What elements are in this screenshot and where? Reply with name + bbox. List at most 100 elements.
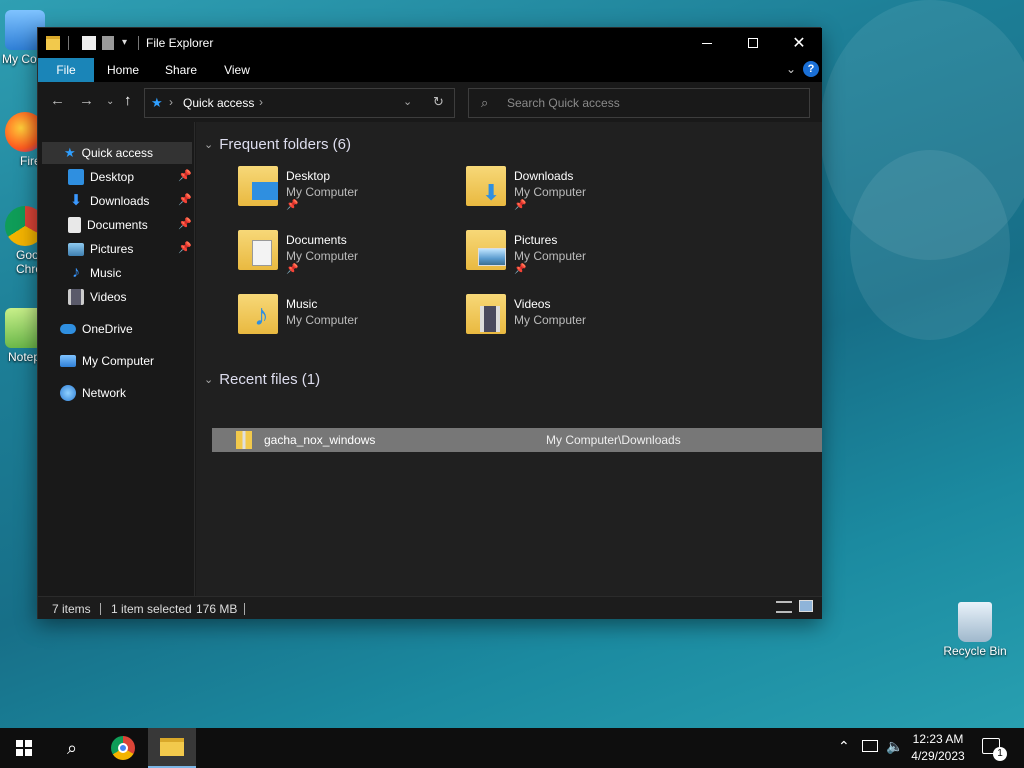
sidebar-item-quick-access[interactable]: ★ Quick access bbox=[42, 142, 192, 164]
pin-icon: 📌 bbox=[178, 194, 192, 206]
download-arrow-icon: ⬇ bbox=[69, 192, 83, 209]
folder-location: My Computer bbox=[286, 313, 359, 327]
group-header-label: Recent files (1) bbox=[219, 371, 321, 388]
recycle-bin-icon bbox=[958, 602, 992, 642]
selection-count: 1 item selected bbox=[111, 602, 192, 616]
chevron-right-icon: › bbox=[169, 95, 173, 109]
folder-tile-downloads[interactable]: ⬇ Downloads My Computer 📌 bbox=[466, 166, 686, 218]
folder-icon bbox=[160, 738, 184, 756]
forward-arrow-icon[interactable]: → bbox=[79, 92, 94, 109]
toolbar-divider bbox=[68, 36, 69, 50]
sidebar-item-downloads[interactable]: ⬇ Downloads 📌 bbox=[68, 190, 192, 212]
system-clock[interactable]: 12:23 AM 4/29/2023 bbox=[902, 731, 974, 765]
star-icon: ★ bbox=[151, 95, 163, 110]
recent-locations-chevron-icon[interactable]: ⌄ bbox=[106, 96, 114, 107]
folder-tile-desktop[interactable]: Desktop My Computer 📌 bbox=[238, 166, 458, 218]
show-hidden-icons-chevron-icon[interactable]: ⌃ bbox=[838, 738, 850, 768]
toolbar-divider bbox=[138, 36, 139, 50]
pin-icon: 📌 bbox=[286, 200, 299, 211]
search-button[interactable]: ⌕ bbox=[48, 728, 96, 768]
archive-file-icon bbox=[236, 431, 252, 449]
minimize-button[interactable] bbox=[684, 28, 730, 58]
folder-location: My Computer bbox=[514, 249, 587, 263]
chevron-right-icon[interactable]: › bbox=[259, 95, 263, 109]
sidebar-item-onedrive[interactable]: OneDrive bbox=[60, 318, 192, 340]
folder-location: My Computer bbox=[514, 313, 587, 327]
tab-view[interactable]: View bbox=[212, 58, 262, 82]
address-history-chevron-icon[interactable]: ⌄ bbox=[403, 95, 412, 108]
taskbar-file-explorer-button[interactable] bbox=[148, 728, 196, 768]
sidebar-item-label: Network bbox=[82, 386, 127, 400]
folder-icon bbox=[238, 230, 278, 270]
tab-file[interactable]: File bbox=[38, 58, 94, 82]
notification-count-badge: 1 bbox=[993, 747, 1007, 761]
customize-toolbar-chevron-icon[interactable]: ▾ bbox=[122, 37, 136, 51]
properties-icon[interactable] bbox=[82, 36, 96, 50]
taskbar-chrome-button[interactable] bbox=[99, 728, 147, 768]
maximize-button[interactable] bbox=[730, 28, 776, 58]
folder-icon bbox=[466, 294, 506, 334]
folder-tile-music[interactable]: ♪ Music My Computer bbox=[238, 294, 458, 346]
search-input[interactable] bbox=[507, 95, 797, 111]
folder-tile-documents[interactable]: Documents My Computer 📌 bbox=[238, 230, 458, 282]
notification-center-button[interactable]: 1 bbox=[982, 738, 1007, 761]
minimize-icon bbox=[702, 42, 712, 44]
desktop-icon bbox=[252, 182, 278, 200]
pin-icon: 📌 bbox=[286, 264, 299, 275]
sidebar-item-videos[interactable]: Videos bbox=[68, 286, 192, 308]
expand-ribbon-chevron-icon[interactable]: ⌄ bbox=[786, 62, 796, 76]
tab-home[interactable]: Home bbox=[98, 58, 148, 82]
recent-file-row[interactable]: gacha_nox_windows My Computer\Downloads bbox=[212, 428, 822, 452]
film-strip-icon bbox=[480, 306, 500, 332]
pin-icon: 📌 bbox=[178, 218, 192, 230]
sidebar-item-label: Downloads bbox=[90, 194, 150, 208]
back-arrow-icon[interactable]: ← bbox=[50, 92, 65, 109]
cloud-icon bbox=[60, 324, 76, 334]
folder-icon: ⬇ bbox=[466, 166, 506, 206]
sidebar-item-desktop[interactable]: Desktop 📌 bbox=[68, 166, 192, 188]
close-button[interactable]: ✕ bbox=[776, 28, 822, 58]
sidebar-item-music[interactable]: ♪ Music bbox=[68, 262, 192, 284]
folder-location: My Computer bbox=[514, 185, 587, 199]
search-box[interactable]: ⌕ bbox=[468, 88, 810, 118]
recent-files-header[interactable]: ⌄ Recent files (1) bbox=[204, 371, 320, 388]
frequent-folders-header[interactable]: ⌄ Frequent folders (6) bbox=[204, 136, 351, 153]
sidebar-item-pictures[interactable]: Pictures 📌 bbox=[68, 238, 192, 260]
clock-date: 4/29/2023 bbox=[911, 749, 965, 763]
windows-logo-icon bbox=[16, 740, 32, 756]
folder-tile-videos[interactable]: Videos My Computer bbox=[466, 294, 686, 346]
new-folder-icon[interactable] bbox=[102, 36, 114, 50]
folder-icon: ♪ bbox=[238, 294, 278, 334]
status-divider bbox=[244, 603, 245, 615]
desktop-icon-recycle-bin[interactable]: Recycle Bin bbox=[940, 602, 1010, 658]
up-arrow-icon[interactable]: ↑ bbox=[124, 92, 132, 109]
desktop-icon-label: Goo Chro bbox=[16, 248, 43, 276]
sidebar-item-label: Videos bbox=[90, 290, 127, 304]
breadcrumb-quick-access[interactable]: Quick access bbox=[183, 96, 254, 110]
desktop-wallpaper-highlight bbox=[850, 150, 1010, 340]
tab-share[interactable]: Share bbox=[156, 58, 206, 82]
search-icon: ⌕ bbox=[66, 737, 78, 758]
clock-time: 12:23 AM bbox=[912, 732, 964, 746]
folder-location: My Computer bbox=[286, 249, 359, 263]
refresh-icon[interactable]: ↻ bbox=[433, 94, 444, 110]
help-button[interactable]: ? bbox=[803, 61, 819, 77]
title-bar: ▾ File Explorer ✕ bbox=[38, 28, 822, 58]
sidebar-item-my-computer[interactable]: My Computer bbox=[60, 350, 192, 372]
large-icons-view-icon[interactable] bbox=[799, 600, 813, 612]
pictures-icon bbox=[68, 242, 84, 256]
videos-icon bbox=[68, 289, 84, 305]
sidebar-item-label: Pictures bbox=[90, 242, 134, 256]
network-status-icon[interactable] bbox=[862, 740, 878, 752]
volume-icon[interactable]: 🔈 bbox=[886, 738, 903, 768]
pin-icon: 📌 bbox=[178, 242, 192, 254]
sidebar-item-label: Music bbox=[90, 266, 122, 280]
sidebar-item-network[interactable]: Network bbox=[60, 382, 192, 404]
folder-tile-pictures[interactable]: Pictures My Computer 📌 bbox=[466, 230, 686, 282]
folder-icon bbox=[466, 230, 506, 270]
status-divider bbox=[100, 603, 101, 615]
details-view-icon[interactable] bbox=[776, 601, 792, 613]
address-bar[interactable]: ★ › Quick access › ⌄ ↻ bbox=[144, 88, 455, 118]
start-button[interactable] bbox=[0, 728, 48, 768]
sidebar-item-documents[interactable]: Documents 📌 bbox=[68, 214, 192, 236]
